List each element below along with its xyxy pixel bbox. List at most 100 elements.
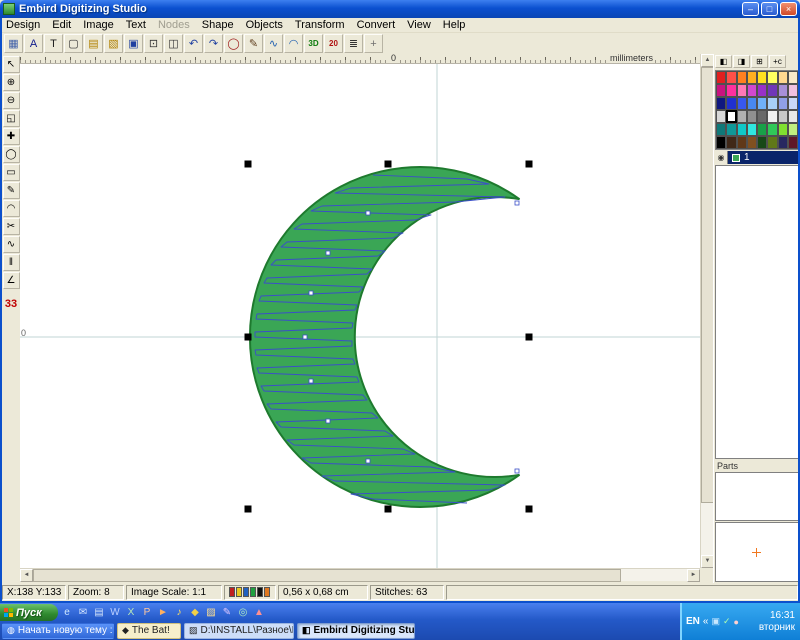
palette-swatch[interactable] [788, 123, 798, 136]
tray-antivirus-icon[interactable]: ✓ [723, 616, 731, 627]
task-explorer[interactable]: ▨ D:\INSTALL\Разное\Embird [184, 623, 294, 639]
new-design-icon[interactable]: ▢ [64, 34, 83, 53]
palette-swatch[interactable] [716, 84, 726, 97]
palette-swatch[interactable] [778, 71, 788, 84]
palette-swatch[interactable] [778, 97, 788, 110]
knife-tool[interactable]: ✂ [3, 218, 20, 235]
design-canvas[interactable]: 0 [20, 64, 700, 568]
palette-swatch[interactable] [788, 97, 798, 110]
pointer-tool[interactable]: ↖ [3, 56, 20, 73]
palette-swatch[interactable] [737, 71, 747, 84]
pencil-tool[interactable]: ✎ [3, 182, 20, 199]
menu-image[interactable]: Image [77, 18, 120, 32]
menu-edit[interactable]: Edit [46, 18, 77, 32]
palette-swatch[interactable] [716, 71, 726, 84]
palette-swatch[interactable] [788, 84, 798, 97]
ql-internet-explorer-icon[interactable]: e [59, 605, 75, 620]
palette-swatch[interactable] [767, 136, 777, 149]
ql-excel-icon[interactable]: X [123, 605, 139, 620]
palette-swatch[interactable] [716, 136, 726, 149]
menu-convert[interactable]: Convert [351, 18, 402, 32]
palette-swatch[interactable] [767, 71, 777, 84]
wave-tool[interactable]: ∿ [3, 236, 20, 253]
ql-mail-icon[interactable]: ✉ [75, 605, 91, 620]
mode-3d-button[interactable]: 3D [304, 34, 323, 53]
palette-swatch[interactable] [767, 110, 777, 123]
tray-volume-icon[interactable]: ● [734, 617, 739, 627]
ql-paint-icon[interactable]: ✎ [219, 605, 235, 620]
palette-swatch[interactable] [716, 97, 726, 110]
ql-winamp-icon[interactable]: ♪ [171, 605, 187, 620]
palette-swatch[interactable] [757, 84, 767, 97]
palette-swatch[interactable] [747, 71, 757, 84]
task-thebat[interactable]: ◆ The Bat! [117, 623, 181, 639]
language-indicator[interactable]: EN [686, 616, 700, 627]
palette-swatch[interactable] [726, 123, 736, 136]
redo-icon[interactable]: ↷ [204, 34, 223, 53]
maximize-button[interactable]: □ [761, 2, 778, 16]
stitch-list-icon[interactable]: ≣ [344, 34, 363, 53]
menu-shape[interactable]: Shape [196, 18, 240, 32]
task-embird[interactable]: ◧ Embird Digitizing Stud... [297, 623, 415, 639]
palette-swatch[interactable] [747, 97, 757, 110]
save-design-icon[interactable]: ▣ [124, 34, 143, 53]
palette-swatch[interactable] [747, 110, 757, 123]
palette-swatch[interactable] [788, 136, 798, 149]
small-text-icon[interactable]: T [44, 34, 63, 53]
palette-swatch[interactable] [767, 123, 777, 136]
menu-view[interactable]: View [401, 18, 437, 32]
palette-swatch[interactable] [747, 84, 757, 97]
ql-show-desktop-icon[interactable]: ▤ [91, 605, 107, 620]
palette-swatch[interactable] [767, 84, 777, 97]
menu-design[interactable]: Design [0, 18, 46, 32]
palette-swatch[interactable] [726, 136, 736, 149]
tray-display-icon[interactable]: ▣ [711, 616, 720, 627]
object-list[interactable] [715, 165, 799, 459]
palette-swatch[interactable] [726, 110, 736, 123]
ellipse-icon[interactable]: ◯ [224, 34, 243, 53]
zoom-window-tool[interactable]: ◱ [3, 110, 20, 127]
horizontal-scrollbar[interactable]: ◄ ► [20, 568, 700, 581]
ql-acrobat-icon[interactable]: ▲ [251, 605, 267, 620]
undo-icon[interactable]: ↶ [184, 34, 203, 53]
arc-icon[interactable]: ◠ [284, 34, 303, 53]
palette-swatch[interactable] [747, 123, 757, 136]
object-list-row[interactable]: ◉ 1 [715, 151, 799, 164]
freehand-icon[interactable]: ✎ [244, 34, 263, 53]
palette-swatch[interactable] [726, 71, 736, 84]
palette-swatch[interactable] [778, 84, 788, 97]
visibility-eye-icon[interactable]: ◉ [715, 151, 728, 164]
menu-nodes[interactable]: Nodes [152, 18, 196, 32]
tray-chevron[interactable]: « [703, 616, 709, 627]
wave-icon[interactable]: ∿ [264, 34, 283, 53]
copy-icon[interactable]: ◫ [164, 34, 183, 53]
ql-word-icon[interactable]: W [107, 605, 123, 620]
ql-msn-icon[interactable]: ◎ [235, 605, 251, 620]
palette-add-color-button[interactable]: +c [769, 55, 786, 68]
palette-swatch[interactable] [737, 84, 747, 97]
mode-2d-button[interactable]: 20 [324, 34, 343, 53]
panel-layout-icon[interactable]: ▦ [4, 34, 23, 53]
insert-point-icon[interactable]: + [364, 34, 383, 53]
task-browser[interactable]: ◍ Начать новую тему :: В... [2, 623, 114, 639]
pan-tool[interactable]: ✚ [3, 128, 20, 145]
palette-swatch[interactable] [788, 71, 798, 84]
zoom-out-tool[interactable]: ⊖ [3, 92, 20, 109]
palette-right-icon[interactable]: ◨ [733, 55, 750, 68]
palette-swatch[interactable] [737, 110, 747, 123]
lettering-icon[interactable]: A [24, 34, 43, 53]
vertical-scrollbar[interactable]: ▲ ▼ [700, 54, 713, 568]
palette-swatch[interactable] [747, 136, 757, 149]
palette-left-icon[interactable]: ◧ [715, 55, 732, 68]
start-button[interactable]: Пуск [0, 604, 58, 621]
ql-explorer-icon[interactable]: ▨ [203, 605, 219, 620]
palette-swatch[interactable] [757, 123, 767, 136]
palette-swatch[interactable] [767, 97, 777, 110]
rectangle-tool[interactable]: ▭ [3, 164, 20, 181]
ql-media-player-icon[interactable]: ► [155, 605, 171, 620]
angle-tool[interactable]: ∠ [3, 272, 20, 289]
menu-text[interactable]: Text [120, 18, 152, 32]
palette-swatch[interactable] [757, 97, 767, 110]
palette-swatch[interactable] [737, 136, 747, 149]
palette-swatch[interactable] [716, 123, 726, 136]
